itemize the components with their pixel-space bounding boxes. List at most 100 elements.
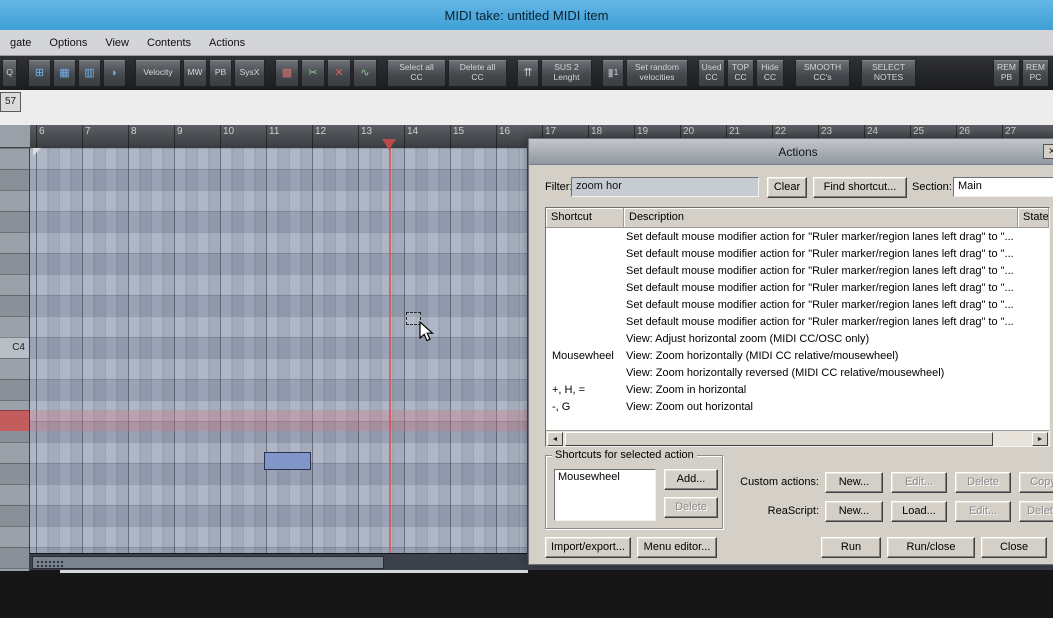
grid-snap-icon-glyph: ▩ xyxy=(281,66,293,79)
column-state[interactable]: State xyxy=(1018,208,1049,228)
run-button[interactable]: Run xyxy=(821,537,881,558)
grid-snap-icon-button[interactable]: ▩ xyxy=(275,59,299,87)
action-row[interactable]: Set default mouse modifier action for "R… xyxy=(546,279,1049,296)
custom-action-copy-button[interactable]: Copy xyxy=(1019,472,1053,493)
pb-button[interactable]: PB xyxy=(209,59,232,87)
sysx-button[interactable]: SysX xyxy=(234,59,265,87)
scroll-grip-icon xyxy=(36,560,64,568)
import-export-button[interactable]: Import/export... xyxy=(545,537,631,558)
custom-action-delete-button[interactable]: Delete xyxy=(955,472,1011,493)
close-icon[interactable]: ✕ xyxy=(1043,144,1053,159)
set-random-velocities-button[interactable]: Set random velocities xyxy=(626,59,688,87)
used-cc-button[interactable]: Used CC xyxy=(698,59,725,87)
filter-input[interactable]: zoom hor xyxy=(571,177,759,197)
scroll-right-icon[interactable]: ► xyxy=(1032,432,1048,446)
dock-icon-button[interactable]: ◗ xyxy=(103,59,126,87)
action-row[interactable]: Mousewheel View: Zoom horizontally (MIDI … xyxy=(546,347,1049,364)
section-label: Section: xyxy=(912,181,952,193)
sus2-length-button[interactable]: SUS 2 Lenght xyxy=(541,59,592,87)
cc-lane[interactable] xyxy=(0,573,1053,618)
menu-item-view[interactable]: View xyxy=(96,37,138,49)
rem-pb-button[interactable]: REM PB xyxy=(993,59,1020,87)
custom-action-new-button[interactable]: New... xyxy=(825,472,883,493)
ruler-number: 27 xyxy=(1005,126,1017,137)
dialog-titlebar[interactable]: Actions ✕ xyxy=(529,139,1053,165)
action-row[interactable]: +, H, = View: Zoom in horizontal xyxy=(546,381,1049,398)
ruler-tick xyxy=(220,125,221,148)
ruler-tick xyxy=(312,125,313,148)
cc-grid-icon-button[interactable]: ⊞ xyxy=(28,59,51,87)
list-hscroll-thumb[interactable] xyxy=(565,432,993,446)
ruler-number: 10 xyxy=(223,126,235,137)
shortcut-list-item[interactable]: Mousewheel xyxy=(555,470,655,484)
action-row[interactable]: Set default mouse modifier action for "R… xyxy=(546,245,1049,262)
piano-roll-icon-button[interactable]: ▦ xyxy=(53,59,76,87)
playhead-line xyxy=(389,148,391,553)
action-row[interactable]: View: Adjust horizontal zoom (MIDI CC/OS… xyxy=(546,330,1049,347)
rem-pc-button[interactable]: REM PC xyxy=(1022,59,1049,87)
midi-note[interactable] xyxy=(264,452,311,470)
reascript-new-button[interactable]: New... xyxy=(825,501,883,522)
add-shortcut-button[interactable]: Add... xyxy=(664,469,718,490)
cc-curve-icon-button[interactable]: ∿ xyxy=(353,59,377,87)
list-hscrollbar[interactable]: ◄ ► xyxy=(546,430,1049,446)
action-row[interactable]: Set default mouse modifier action for "R… xyxy=(546,228,1049,245)
insert-one-button[interactable]: ▮ 1 xyxy=(602,59,624,87)
playhead-marker[interactable] xyxy=(382,139,396,150)
select-notes-button[interactable]: SELECT NOTES xyxy=(861,59,916,87)
action-row[interactable]: Set default mouse modifier action for "R… xyxy=(546,313,1049,330)
top-cc-button[interactable]: TOP CC xyxy=(727,59,754,87)
shortcut-listbox[interactable]: Mousewheel xyxy=(554,469,656,521)
ruler-tick xyxy=(404,125,405,148)
action-list-body: Set default mouse modifier action for "R… xyxy=(546,228,1049,430)
find-shortcut-button[interactable]: Find shortcut... xyxy=(813,177,907,198)
ruler-tick xyxy=(266,125,267,148)
reascript-edit-button[interactable]: Edit... xyxy=(955,501,1011,522)
mw-button[interactable]: MW xyxy=(183,59,207,87)
velocity-button[interactable]: Velocity xyxy=(135,59,181,87)
menu-item-actions[interactable]: Actions xyxy=(200,37,254,49)
window-title: MIDI take: untitled MIDI item xyxy=(444,7,609,23)
ruler-number: 12 xyxy=(315,126,327,137)
run-close-button[interactable]: Run/close xyxy=(887,537,975,558)
section-select[interactable]: Main ▼ xyxy=(953,177,1053,197)
ruler-number: 15 xyxy=(453,126,465,137)
ruler-number: 26 xyxy=(959,126,971,137)
scroll-left-icon[interactable]: ◄ xyxy=(547,432,563,446)
reascript-load-button[interactable]: Load... xyxy=(891,501,947,522)
menu-item-gate[interactable]: gate xyxy=(1,37,40,49)
toolbar: Q ⊞ ▦ ▥ ◗ Velocity MW PB SysX ▩ ✂ ✕ ∿ Select all CC De… xyxy=(0,56,1053,90)
window-titlebar[interactable]: MIDI take: untitled MIDI item xyxy=(0,0,1053,30)
close-button[interactable]: Close xyxy=(981,537,1047,558)
ruler-number: 19 xyxy=(637,126,649,137)
reascript-delete-button[interactable]: Delete xyxy=(1019,501,1053,522)
nudge-up-icon-button[interactable]: ⇈ xyxy=(517,59,539,87)
smooth-ccs-button[interactable]: SMOOTH CC's xyxy=(795,59,850,87)
action-description-cell: View: Zoom in horizontal xyxy=(626,383,747,396)
piano-key-highlighted[interactable] xyxy=(0,410,29,431)
action-row[interactable]: View: Zoom horizontally reversed (MIDI C… xyxy=(546,364,1049,381)
clear-button[interactable]: Clear xyxy=(767,177,807,198)
hide-cc-button[interactable]: Hide CC xyxy=(756,59,784,87)
hscroll-thumb[interactable] xyxy=(32,556,384,569)
menu-editor-button[interactable]: Menu editor... xyxy=(637,537,717,558)
column-description[interactable]: Description xyxy=(624,208,1018,228)
delete-shortcut-button[interactable]: Delete xyxy=(664,497,718,518)
split-notes-icon-button[interactable]: ✂ xyxy=(301,59,325,87)
delete-notes-icon-button[interactable]: ✕ xyxy=(327,59,351,87)
piano-key-c4[interactable]: C4 xyxy=(0,337,29,358)
action-row[interactable]: -, G View: Zoom out horizontal xyxy=(546,398,1049,415)
piano-keys[interactable] xyxy=(0,148,30,571)
menu-item-contents[interactable]: Contents xyxy=(138,37,200,49)
column-shortcut[interactable]: Shortcut xyxy=(546,208,624,228)
delete-all-cc-button[interactable]: Delete all CC xyxy=(448,59,507,87)
menu-item-options[interactable]: Options xyxy=(40,37,96,49)
ruler-tick xyxy=(358,125,359,148)
action-row[interactable]: Set default mouse modifier action for "R… xyxy=(546,262,1049,279)
action-row[interactable]: Set default mouse modifier action for "R… xyxy=(546,296,1049,313)
named-notes-icon-button[interactable]: ▥ xyxy=(78,59,101,87)
custom-action-edit-button[interactable]: Edit... xyxy=(891,472,947,493)
quantize-q-button[interactable]: Q xyxy=(2,59,17,87)
select-all-cc-button[interactable]: Select all CC xyxy=(387,59,446,87)
hide-cc-button-label: Hide CC xyxy=(761,62,779,82)
